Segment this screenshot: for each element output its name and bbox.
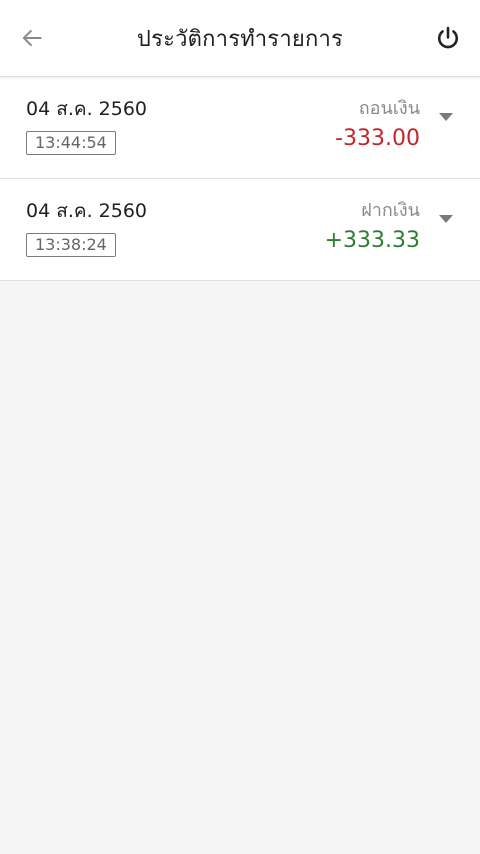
transaction-row[interactable]: 04 ส.ค. 2560 13:38:24 ฝากเงิน +333.33 bbox=[0, 179, 480, 281]
transaction-datetime: 04 ส.ค. 2560 13:44:54 bbox=[26, 97, 147, 178]
transaction-amount: -333.00 bbox=[335, 126, 420, 151]
transaction-time-badge: 13:44:54 bbox=[26, 131, 116, 155]
transaction-date: 04 ส.ค. 2560 bbox=[26, 98, 147, 120]
transaction-type: ฝากเงิน bbox=[361, 200, 420, 221]
top-app-bar: ประวัติการทำรายการ bbox=[0, 0, 480, 77]
transaction-summary: ฝากเงิน +333.33 bbox=[325, 199, 454, 280]
transaction-type: ถอนเงิน bbox=[358, 98, 420, 119]
page-title: ประวัติการทำรายการ bbox=[136, 26, 344, 52]
amount-block: ฝากเงิน +333.33 bbox=[325, 199, 420, 255]
power-icon bbox=[437, 26, 459, 49]
logout-button[interactable] bbox=[416, 0, 480, 76]
chevron-down-icon[interactable] bbox=[438, 213, 454, 225]
screen: ประวัติการทำรายการ 04 ส.ค. 2560 13:44:54… bbox=[0, 0, 480, 854]
chevron-down-icon[interactable] bbox=[438, 111, 454, 123]
transaction-amount: +333.33 bbox=[324, 228, 420, 253]
transaction-summary: ถอนเงิน -333.00 bbox=[335, 97, 454, 178]
transaction-datetime: 04 ส.ค. 2560 13:38:24 bbox=[26, 199, 147, 280]
transaction-row[interactable]: 04 ส.ค. 2560 13:44:54 ถอนเงิน -333.00 bbox=[0, 77, 480, 179]
transaction-list: 04 ส.ค. 2560 13:44:54 ถอนเงิน -333.00 04… bbox=[0, 77, 480, 281]
arrow-left-icon bbox=[22, 29, 42, 47]
transaction-date: 04 ส.ค. 2560 bbox=[26, 200, 147, 222]
amount-block: ถอนเงิน -333.00 bbox=[335, 97, 420, 153]
transaction-time-badge: 13:38:24 bbox=[26, 233, 116, 257]
back-button[interactable] bbox=[0, 0, 64, 76]
